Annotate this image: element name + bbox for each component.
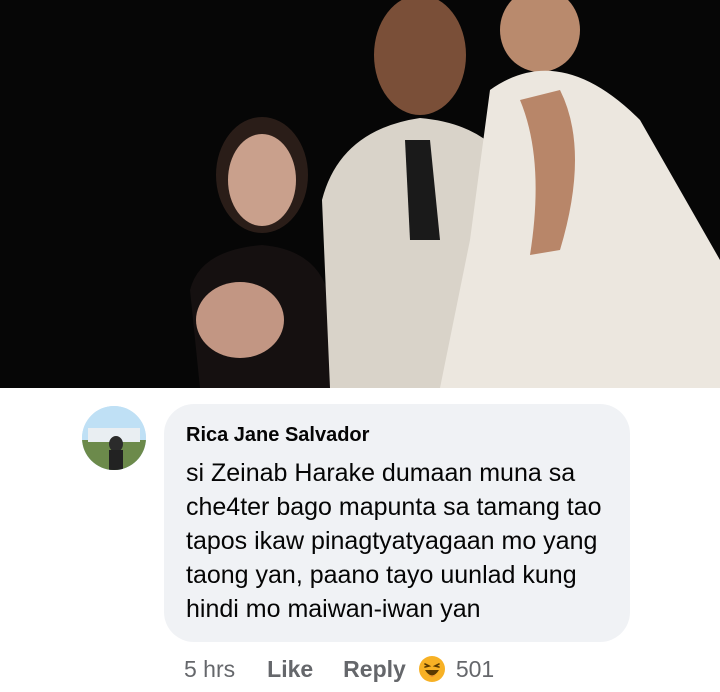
haha-reaction-icon[interactable] bbox=[418, 655, 446, 683]
reply-button[interactable]: Reply bbox=[343, 656, 406, 683]
avatar-image bbox=[82, 406, 146, 470]
reaction-count[interactable]: 501 bbox=[456, 656, 494, 683]
comment-timestamp[interactable]: 5 hrs bbox=[184, 656, 235, 683]
commenter-avatar[interactable] bbox=[82, 406, 146, 470]
like-button[interactable]: Like bbox=[267, 656, 313, 683]
post-photo[interactable] bbox=[0, 0, 720, 388]
comment-text: si Zeinab Harake dumaan muna sa che4ter … bbox=[186, 459, 602, 623]
comment-bubble: Rica Jane Salvador si Zeinab Harake duma… bbox=[164, 404, 630, 642]
comment-author[interactable]: Rica Jane Salvador bbox=[186, 424, 369, 447]
comment-actions: 5 hrs Like Reply 501 bbox=[184, 652, 494, 686]
comment-section: Rica Jane Salvador si Zeinab Harake duma… bbox=[0, 388, 720, 692]
photo-illustration bbox=[0, 0, 720, 388]
